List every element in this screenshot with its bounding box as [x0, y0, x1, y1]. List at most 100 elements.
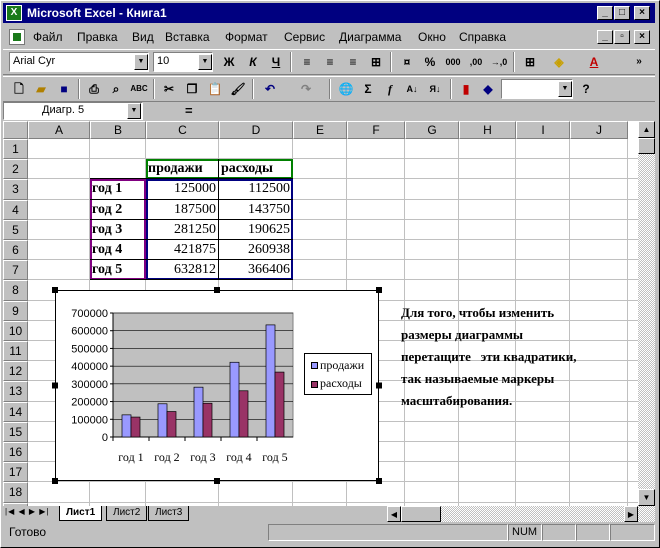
thousands-button[interactable]: 000 — [442, 52, 464, 72]
new-file-icon[interactable]: 🗋 — [8, 79, 30, 99]
row-header[interactable]: 15 — [3, 421, 28, 442]
currency-icon[interactable]: ¤ — [396, 52, 418, 72]
sheet-tab-3[interactable]: Лист3 — [148, 506, 190, 521]
row-header[interactable]: 5 — [3, 219, 28, 240]
column-header[interactable]: D — [219, 121, 293, 139]
function-wizard-button[interactable]: f — [379, 79, 401, 99]
row-header[interactable]: 12 — [3, 361, 28, 382]
menu-format[interactable]: Формат — [225, 30, 268, 44]
name-box-dropdown[interactable]: ▼ — [127, 103, 141, 119]
row-header[interactable]: 11 — [3, 341, 28, 362]
row-header[interactable]: 3 — [3, 179, 28, 200]
format-painter-icon[interactable]: 🖌 — [227, 79, 249, 99]
copy-icon[interactable]: ❐ — [181, 79, 203, 99]
merge-center-icon[interactable]: ⊞ — [365, 52, 387, 72]
fill-color-icon[interactable]: ◈ — [548, 52, 570, 72]
sheet-tab-1[interactable]: Лист1 — [59, 506, 103, 521]
menu-help[interactable]: Справка — [459, 30, 506, 44]
row-header[interactable]: 2 — [3, 159, 28, 180]
open-folder-icon[interactable]: ▰ — [30, 79, 52, 99]
spelling-icon[interactable]: ABC — [128, 79, 150, 99]
sort-ascending-button[interactable]: А↓ — [401, 79, 423, 99]
scroll-thumb[interactable] — [638, 138, 655, 154]
chart-wizard-icon[interactable]: ▮ — [455, 79, 477, 99]
menu-insert[interactable]: Вставка — [165, 30, 210, 44]
menu-chart[interactable]: Диаграмма — [339, 30, 401, 44]
close-button[interactable]: × — [634, 6, 650, 20]
minimize-button[interactable]: _ — [597, 6, 613, 20]
menu-edit[interactable]: Правка — [77, 30, 118, 44]
menu-window[interactable]: Окно — [418, 30, 446, 44]
align-right-icon[interactable]: ≡ — [342, 52, 364, 72]
font-color-icon[interactable]: A — [583, 52, 605, 72]
scroll-down-button[interactable]: ▼ — [638, 489, 655, 506]
row-header[interactable]: 10 — [3, 320, 28, 341]
workbook-icon[interactable] — [9, 29, 25, 45]
font-dropdown-arrow[interactable]: ▼ — [134, 54, 148, 70]
scroll-left-button[interactable]: ◀ — [387, 506, 401, 522]
save-icon[interactable]: ■ — [53, 79, 75, 99]
autosum-button[interactable]: Σ — [357, 79, 379, 99]
underline-button[interactable]: Ч — [265, 52, 287, 72]
font-name-box[interactable]: Arial Cyr — [9, 52, 149, 72]
decrease-decimal-button[interactable]: →,0 — [488, 52, 510, 72]
cut-icon[interactable]: ✂ — [158, 79, 180, 99]
doc-minimize-button[interactable]: _ — [597, 30, 613, 44]
vertical-scrollbar[interactable]: ▲ ▼ — [638, 121, 655, 506]
align-center-icon[interactable]: ≡ — [319, 52, 341, 72]
print-icon[interactable]: ⎙ — [83, 79, 105, 99]
column-header[interactable]: F — [347, 121, 405, 139]
percent-button[interactable]: % — [419, 52, 441, 72]
drawing-icon[interactable]: ◆ — [477, 79, 499, 99]
redo-icon[interactable]: ↷ — [295, 79, 317, 99]
excel-app-icon[interactable]: X — [6, 5, 22, 21]
size-dropdown-arrow[interactable]: ▼ — [198, 54, 212, 70]
undo-icon[interactable]: ↶ — [259, 79, 281, 99]
column-header[interactable]: E — [293, 121, 347, 139]
row-header[interactable]: 17 — [3, 462, 28, 483]
office-assistant-icon[interactable]: ? — [575, 79, 597, 99]
row-header[interactable]: 8 — [3, 280, 28, 301]
formula-equals[interactable]: = — [185, 103, 193, 118]
tab-scroll-arrows-icon[interactable]: |◀ ◀ ▶ ▶| — [5, 507, 49, 516]
print-preview-icon[interactable]: ⌕ — [105, 79, 127, 99]
italic-button[interactable]: К — [242, 52, 264, 72]
column-header[interactable]: H — [459, 121, 516, 139]
column-header[interactable]: J — [570, 121, 628, 139]
row-header[interactable]: 6 — [3, 240, 28, 261]
name-box[interactable]: Диагр. 5 — [3, 102, 143, 120]
row-header[interactable]: 7 — [3, 260, 28, 281]
row-header[interactable]: 18 — [3, 482, 28, 503]
menu-tools[interactable]: Сервис — [284, 30, 325, 44]
column-header[interactable]: C — [146, 121, 219, 139]
align-left-icon[interactable]: ≡ — [296, 52, 318, 72]
hyperlink-icon[interactable]: 🌐 — [335, 79, 357, 99]
column-header[interactable]: B — [90, 121, 146, 139]
horizontal-scrollbar[interactable]: ◀ ▶ — [387, 506, 655, 522]
column-header[interactable]: I — [516, 121, 570, 139]
hscroll-thumb[interactable] — [401, 506, 441, 522]
row-header[interactable]: 9 — [3, 300, 28, 321]
row-header[interactable]: 4 — [3, 199, 28, 220]
zoom-dropdown-arrow[interactable]: ▼ — [558, 81, 572, 97]
row-header[interactable]: 13 — [3, 381, 28, 402]
row-header[interactable]: 14 — [3, 401, 28, 422]
column-header[interactable]: G — [405, 121, 459, 139]
sort-descending-button[interactable]: Я↓ — [424, 79, 446, 99]
maximize-button[interactable]: □ — [614, 6, 630, 20]
row-header[interactable]: 1 — [3, 139, 28, 160]
borders-icon[interactable]: ⊞ — [519, 52, 541, 72]
row-header[interactable]: 16 — [3, 442, 28, 463]
toolbar-more-icon[interactable]: » — [628, 52, 650, 72]
title-bar[interactable]: X Microsoft Excel - Книга1 _ □ × — [3, 3, 655, 23]
doc-close-button[interactable]: × — [634, 30, 650, 44]
sheet-tab-2[interactable]: Лист2 — [106, 506, 148, 521]
paste-icon[interactable]: 📋 — [204, 79, 226, 99]
chart-legend[interactable]: продажи расходы — [304, 353, 372, 395]
column-header[interactable]: A — [28, 121, 90, 139]
doc-restore-button[interactable]: ▫ — [614, 30, 630, 44]
increase-decimal-button[interactable]: ,00 — [465, 52, 487, 72]
menu-view[interactable]: Вид — [132, 30, 154, 44]
scroll-up-button[interactable]: ▲ — [638, 121, 655, 138]
scroll-right-button[interactable]: ▶ — [624, 506, 638, 522]
